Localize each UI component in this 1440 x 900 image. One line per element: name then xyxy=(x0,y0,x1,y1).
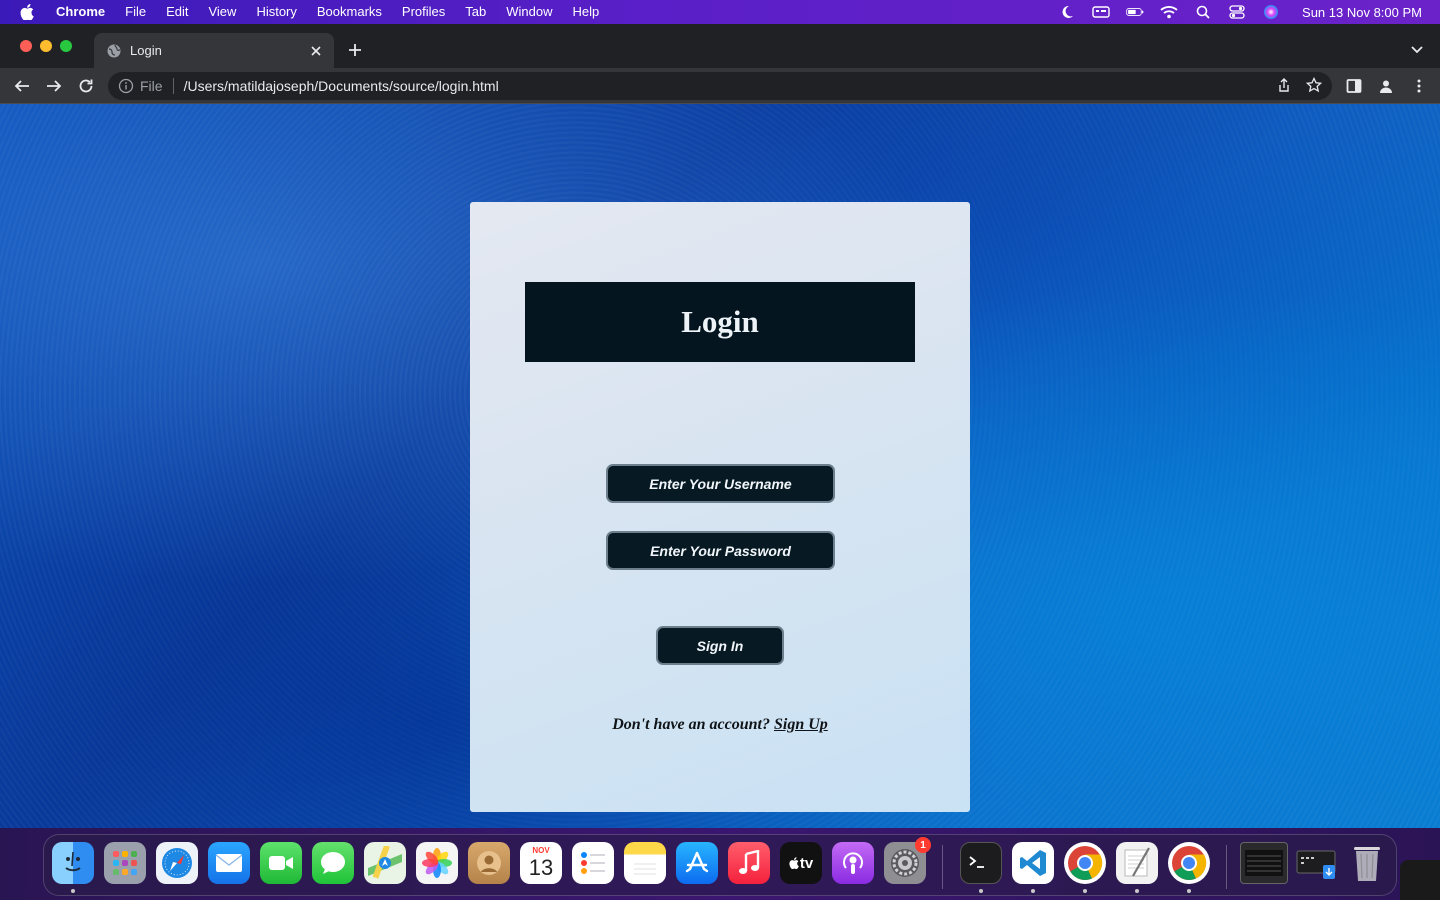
mail-icon[interactable] xyxy=(208,842,250,884)
back-arrow-icon[interactable] xyxy=(12,76,32,96)
url-text[interactable]: /Users/matildajoseph/Documents/source/lo… xyxy=(184,78,499,94)
menu-file[interactable]: File xyxy=(115,0,156,24)
contacts-icon[interactable] xyxy=(468,842,510,884)
maps-icon[interactable] xyxy=(364,842,406,884)
dock-area: NOV 13 tv 1 xyxy=(0,828,1440,900)
close-window-button[interactable] xyxy=(20,40,32,52)
login-card: Login Sign In Don't have an account?Sign… xyxy=(470,202,970,812)
menu-view[interactable]: View xyxy=(198,0,246,24)
password-input[interactable] xyxy=(606,531,835,570)
login-header: Login xyxy=(525,282,915,362)
menu-window[interactable]: Window xyxy=(496,0,562,24)
launchpad-icon[interactable] xyxy=(104,842,146,884)
sign-up-link[interactable]: Sign Up xyxy=(774,716,828,733)
calendar-icon[interactable]: NOV 13 xyxy=(520,842,562,884)
tab-login[interactable]: Login xyxy=(94,33,334,68)
photos-icon[interactable] xyxy=(416,842,458,884)
bookmark-star-icon[interactable] xyxy=(1305,76,1323,96)
battery-icon[interactable] xyxy=(1126,4,1144,20)
apple-tv-icon[interactable]: tv xyxy=(780,842,822,884)
system-preferences-icon[interactable]: 1 xyxy=(884,837,931,884)
chrome-icon[interactable] xyxy=(1064,842,1106,884)
control-center-icon[interactable] xyxy=(1228,4,1246,20)
tab-title: Login xyxy=(130,43,162,58)
keyboard-input-icon[interactable] xyxy=(1092,4,1110,20)
minimized-window-thumbnail[interactable] xyxy=(1240,842,1288,884)
url-divider xyxy=(172,78,174,94)
profile-avatar-icon[interactable] xyxy=(1376,76,1396,96)
minimize-window-button[interactable] xyxy=(40,40,52,52)
music-icon[interactable] xyxy=(728,842,770,884)
apple-logo-icon[interactable] xyxy=(20,4,34,20)
finder-icon[interactable] xyxy=(52,842,94,884)
vscode-icon[interactable] xyxy=(1012,842,1054,884)
close-icon[interactable] xyxy=(308,43,324,59)
dock: NOV 13 tv 1 xyxy=(43,834,1397,896)
menu-clock[interactable]: Sun 13 Nov 8:00 PM xyxy=(1302,5,1422,20)
chrome-second-icon[interactable] xyxy=(1168,842,1210,884)
dock-divider xyxy=(942,845,943,889)
globe-icon xyxy=(106,43,122,59)
browser-tab-strip: Login xyxy=(0,24,1440,68)
forward-arrow-icon[interactable] xyxy=(44,76,64,96)
menu-profiles[interactable]: Profiles xyxy=(392,0,455,24)
vscode-running-indicator xyxy=(1031,889,1035,893)
terminal-running-indicator xyxy=(979,889,983,893)
terminal-icon[interactable] xyxy=(960,842,1002,884)
signup-prompt: Don't have an account? Sign Up xyxy=(470,716,970,734)
signup-prompt-text: Don't have an account? xyxy=(612,716,770,733)
browser-toolbar: File /Users/matildajoseph/Documents/sour… xyxy=(0,68,1440,104)
podcasts-icon[interactable] xyxy=(832,842,874,884)
page-title: Login xyxy=(681,304,759,339)
macos-menu-bar: Chrome File Edit View History Bookmarks … xyxy=(0,0,1440,24)
window-controls xyxy=(20,40,72,52)
address-bar[interactable]: File /Users/matildajoseph/Documents/sour… xyxy=(108,72,1332,100)
do-not-disturb-moon-icon[interactable] xyxy=(1058,4,1076,20)
messages-icon[interactable] xyxy=(312,842,354,884)
side-panel-icon[interactable] xyxy=(1344,76,1364,96)
window-corner-overlay xyxy=(1400,860,1440,900)
menu-app-chrome[interactable]: Chrome xyxy=(48,0,115,24)
wifi-icon[interactable] xyxy=(1160,4,1178,20)
textedit-running-indicator xyxy=(1135,889,1139,893)
reminders-icon[interactable] xyxy=(572,842,614,884)
share-icon[interactable] xyxy=(1276,77,1292,96)
dock-divider-2 xyxy=(1226,845,1227,889)
finder-running-indicator xyxy=(71,889,75,893)
menu-history[interactable]: History xyxy=(246,0,306,24)
site-info-icon[interactable] xyxy=(118,78,134,94)
trash-icon[interactable] xyxy=(1346,842,1388,884)
page-viewport: Login Sign In Don't have an account?Sign… xyxy=(0,104,1440,828)
menu-edit[interactable]: Edit xyxy=(156,0,198,24)
chrome-running-indicator xyxy=(1083,889,1087,893)
spotlight-search-icon[interactable] xyxy=(1194,4,1212,20)
siri-icon[interactable] xyxy=(1262,4,1280,20)
url-scheme-label: File xyxy=(140,78,163,94)
apple-tv-label: tv xyxy=(799,854,814,872)
chrome-second-running-indicator xyxy=(1187,889,1191,893)
notification-badge: 1 xyxy=(915,837,931,853)
downloads-stack-icon[interactable] xyxy=(1294,842,1340,884)
new-tab-plus-icon[interactable] xyxy=(346,41,364,59)
sign-in-button[interactable]: Sign In xyxy=(656,626,784,665)
more-menu-icon[interactable] xyxy=(1409,76,1429,96)
notes-icon[interactable] xyxy=(624,842,666,884)
menu-bookmarks[interactable]: Bookmarks xyxy=(307,0,392,24)
textedit-icon[interactable] xyxy=(1116,842,1158,884)
calendar-day: 13 xyxy=(528,855,554,880)
menu-tab[interactable]: Tab xyxy=(455,0,496,24)
username-input[interactable] xyxy=(606,464,835,503)
safari-icon[interactable] xyxy=(156,842,198,884)
app-store-icon[interactable] xyxy=(676,842,718,884)
fullscreen-window-button[interactable] xyxy=(60,40,72,52)
tab-search-chevron-down-icon[interactable] xyxy=(1410,43,1424,57)
menu-help[interactable]: Help xyxy=(563,0,610,24)
reload-icon[interactable] xyxy=(76,76,96,96)
facetime-icon[interactable] xyxy=(260,842,302,884)
